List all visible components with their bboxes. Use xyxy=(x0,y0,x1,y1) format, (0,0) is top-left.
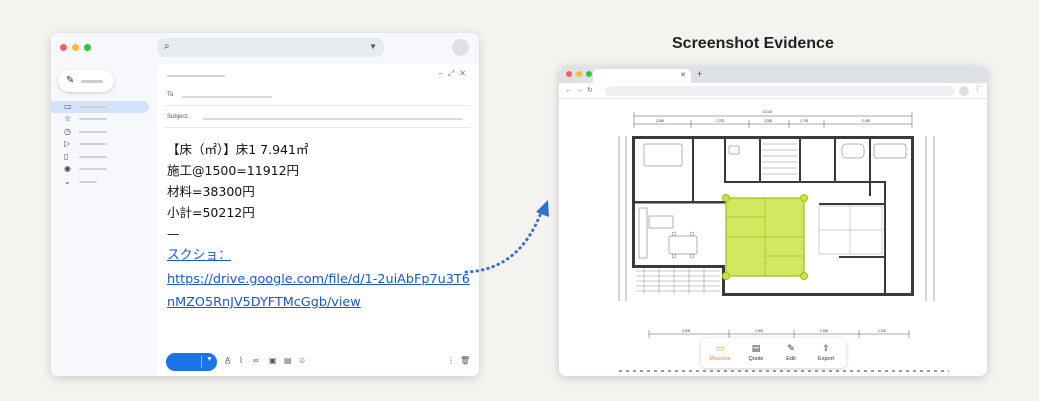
pencil-icon: ✎ xyxy=(787,343,795,353)
dim-top: 2,000 xyxy=(764,119,772,123)
emoji-icon[interactable]: ☺ xyxy=(298,356,306,365)
to-value-placeholder xyxy=(182,96,272,98)
body-line: 【床（㎡）】床1 7.941㎡ xyxy=(167,142,309,157)
chevron-down-icon: ⌄ xyxy=(64,176,71,186)
maximize-window-button[interactable] xyxy=(586,71,592,77)
highlighted-room[interactable] xyxy=(722,194,808,280)
subject-value-placeholder xyxy=(203,118,463,120)
compose-toolbar: ▼ A̲ ⌇ ∞ ▣ ▤ ☺ ⋮ 🗑 xyxy=(157,351,479,371)
compose-window-controls[interactable]: –⤢✕ xyxy=(438,69,471,79)
measure-button[interactable]: ▭ Measure xyxy=(703,342,737,362)
close-window-button[interactable] xyxy=(60,44,67,51)
eye-icon: ◉ xyxy=(64,164,71,173)
plan-toolbar: ▭ Measure ▤ Quote ✎ Edit ⇪ Export xyxy=(701,338,846,368)
sidebar-item-sent[interactable]: ▷ xyxy=(51,138,151,151)
close-window-button[interactable] xyxy=(566,71,572,77)
evidence-title: Screenshot Evidence xyxy=(672,35,834,52)
drive-icon[interactable]: ▤ xyxy=(284,356,292,365)
clock-icon: ◷ xyxy=(64,126,71,136)
compose-label-placeholder xyxy=(81,80,103,83)
sidebar-item-snoozed[interactable]: ◷ xyxy=(51,126,151,139)
inbox-icon: ▭ xyxy=(64,102,72,111)
dim-bottom: 2,900 xyxy=(682,329,690,333)
pencil-icon: ✎ xyxy=(66,75,75,86)
close-tab-icon[interactable]: ✕ xyxy=(680,71,686,79)
quote-button[interactable]: ▤ Quote xyxy=(739,342,773,362)
document-icon: ▤ xyxy=(751,343,761,353)
window-controls xyxy=(60,44,91,51)
dim-top: 2,900 xyxy=(656,119,664,123)
to-field[interactable]: To xyxy=(165,86,471,106)
floor-plan: 10,010 2,900 1,375 2,000 1,790 2,000 2,9… xyxy=(618,110,935,338)
dim-top-total: 10,010 xyxy=(762,110,772,114)
dim-top: 1,790 xyxy=(800,119,808,123)
search-icon: ⌕ xyxy=(164,41,170,52)
sidebar-item-more[interactable]: ◉ xyxy=(51,163,151,176)
email-window: ⌕ ▼ ✎ ▭ ☆ ◷ ▷ ▯ ◉ ⌄ –⤢✕ To Subject: 【床（㎡… xyxy=(51,33,479,376)
edit-button[interactable]: ✎ Edit xyxy=(774,342,808,362)
new-tab-button[interactable]: + xyxy=(697,69,702,79)
connector-arrow xyxy=(464,200,549,274)
compose-header: –⤢✕ xyxy=(157,64,479,86)
nav-controls[interactable]: ←→↻ xyxy=(565,86,597,94)
profile-avatar[interactable] xyxy=(959,86,969,96)
body-line: 小計=50212円 xyxy=(167,205,255,220)
email-body[interactable]: 【床（㎡）】床1 7.941㎡ 施工@1500=11912円 材料=38300円… xyxy=(167,139,472,314)
bottom-scale xyxy=(619,370,949,372)
send-options-icon[interactable]: ▼ xyxy=(206,356,213,363)
export-button[interactable]: ⇪ Export xyxy=(809,342,843,362)
send-icon: ▷ xyxy=(64,139,71,148)
mail-search-input[interactable]: ⌕ ▼ xyxy=(157,38,384,57)
star-icon: ☆ xyxy=(64,114,72,123)
compose-window: –⤢✕ To Subject: 【床（㎡）】床1 7.941㎡ 施工@1500=… xyxy=(157,64,479,376)
mail-sidebar: ▭ ☆ ◷ ▷ ▯ ◉ ⌄ xyxy=(51,101,151,188)
subject-field[interactable]: Subject: xyxy=(165,108,471,128)
format-text-icon[interactable]: A̲ xyxy=(225,356,230,365)
dim-bottom: 1,200 xyxy=(878,329,886,333)
account-avatar[interactable] xyxy=(452,39,469,56)
maximize-window-button[interactable] xyxy=(84,44,91,51)
sidebar-item-expand[interactable]: ⌄ xyxy=(51,176,151,189)
email-topbar: ⌕ ▼ xyxy=(51,33,479,63)
search-options-icon[interactable]: ▼ xyxy=(369,42,377,51)
dim-bottom: 2,900 xyxy=(755,329,763,333)
menu-icon[interactable]: ⋮ xyxy=(974,85,981,93)
sidebar-item-starred[interactable]: ☆ xyxy=(51,113,151,126)
drive-link[interactable]: https://drive.google.com/file/d/1-2uiAbF… xyxy=(167,268,472,314)
compose-button[interactable]: ✎ xyxy=(58,70,114,92)
body-line: — xyxy=(167,226,180,241)
url-input[interactable] xyxy=(605,86,955,96)
browser-window: ✕ + ←→↻ ⋮ 10,010 2,900 1,375 2,000 1,790… xyxy=(559,66,987,376)
to-label: To xyxy=(167,92,174,98)
compose-title-placeholder xyxy=(167,75,225,77)
dim-top: 2,000 xyxy=(862,119,870,123)
screenshot-label[interactable]: スクショ： xyxy=(167,244,472,268)
image-icon[interactable]: ▣ xyxy=(269,356,277,365)
file-icon: ▯ xyxy=(64,151,69,161)
sidebar-item-drafts[interactable]: ▯ xyxy=(51,151,151,164)
ruler-icon: ▭ xyxy=(715,343,725,353)
body-line: 材料=38300円 xyxy=(167,184,255,199)
minimize-window-button[interactable] xyxy=(72,44,79,51)
dim-top: 1,375 xyxy=(716,119,724,123)
body-line: 施工@1500=11912円 xyxy=(167,163,300,178)
sidebar-item-inbox[interactable]: ▭ xyxy=(51,101,149,113)
dim-bottom: 2,900 xyxy=(820,329,828,333)
browser-addressbar: ←→↻ ⋮ xyxy=(559,83,987,99)
more-options-icon[interactable]: ⋮ xyxy=(447,356,455,365)
browser-tab[interactable]: ✕ xyxy=(593,69,691,83)
browser-tabbar: ✕ + xyxy=(559,66,987,83)
link-icon[interactable]: ∞ xyxy=(253,356,259,365)
send-button[interactable]: ▼ xyxy=(166,353,217,371)
minimize-window-button[interactable] xyxy=(576,71,582,77)
subject-label: Subject: xyxy=(167,114,189,120)
share-icon: ⇪ xyxy=(822,343,830,353)
window-controls xyxy=(566,71,592,77)
trash-icon[interactable]: 🗑 xyxy=(460,356,470,365)
attach-icon[interactable]: ⌇ xyxy=(239,356,243,365)
